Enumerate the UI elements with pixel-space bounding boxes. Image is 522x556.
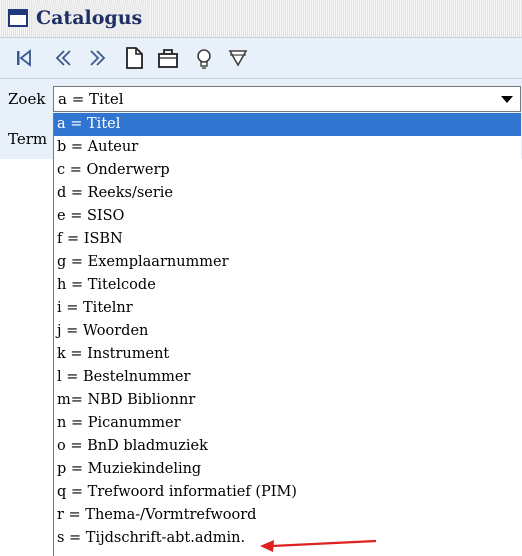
dropdown-option[interactable]: c = Onderwerp <box>54 159 521 182</box>
previous-icon[interactable] <box>52 46 76 70</box>
term-label: Term <box>8 130 48 148</box>
dropdown-option[interactable]: b = Auteur <box>54 136 521 159</box>
dropdown-option[interactable]: f = ISBN <box>54 228 521 251</box>
dropdown-option[interactable]: d = Reeks/serie <box>54 182 521 205</box>
new-document-icon[interactable] <box>122 46 146 70</box>
chevron-down-icon[interactable] <box>501 96 513 103</box>
next-icon[interactable] <box>85 46 109 70</box>
lightbulb-icon[interactable] <box>192 46 216 70</box>
window-title: Catalogus <box>32 3 151 33</box>
annotation-arrow-icon <box>260 539 377 552</box>
dropdown-option[interactable]: l = Bestelnummer <box>54 366 521 389</box>
search-type-dropdown-list: a = Titel b = Auteur c = Onderwerp d = R… <box>53 113 521 556</box>
dropdown-option[interactable]: m= NBD Biblionnr <box>54 389 521 412</box>
dropdown-option[interactable]: g = Exemplaarnummer <box>54 251 521 274</box>
briefcase-icon[interactable] <box>156 46 180 70</box>
dropdown-option[interactable]: r = Thema-/Vormtrefwoord <box>54 504 521 527</box>
dropdown-option[interactable]: j = Woorden <box>54 320 521 343</box>
zoek-label: Zoek <box>8 90 46 108</box>
first-record-icon[interactable] <box>12 46 36 70</box>
dropdown-option[interactable]: n = Picanummer <box>54 412 521 435</box>
dropdown-option[interactable]: e = SISO <box>54 205 521 228</box>
window-icon <box>8 9 28 27</box>
window-titlebar[interactable]: Catalogus <box>0 0 522 38</box>
dropdown-option[interactable]: q = Trefwoord informatief (PIM) <box>54 481 521 504</box>
dropdown-option[interactable]: i = Titelnr <box>54 297 521 320</box>
dropdown-option[interactable]: h = Titelcode <box>54 274 521 297</box>
filter-icon[interactable] <box>226 46 250 70</box>
search-type-value: a = Titel <box>58 90 124 108</box>
dropdown-option[interactable]: o = BnD bladmuziek <box>54 435 521 458</box>
search-type-select[interactable]: a = Titel <box>53 86 521 112</box>
dropdown-option[interactable]: a = Titel <box>54 113 521 136</box>
toolbar <box>0 38 522 79</box>
dropdown-option[interactable]: p = Muziekindeling <box>54 458 521 481</box>
dropdown-option[interactable]: k = Instrument <box>54 343 521 366</box>
